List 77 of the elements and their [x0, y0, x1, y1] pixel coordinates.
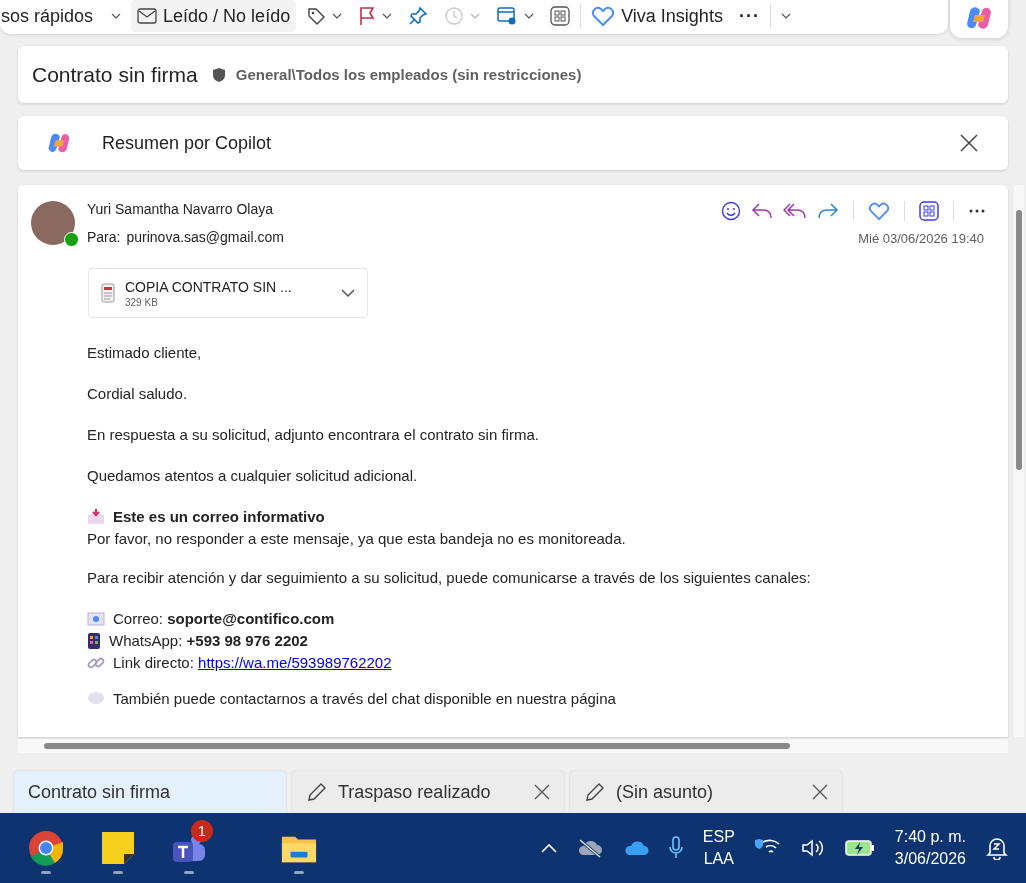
caret-icon: [111, 13, 122, 19]
close-icon[interactable]: [534, 784, 550, 800]
viva-button[interactable]: Viva Insights: [585, 0, 729, 32]
contact-line: Correo: soporte@contifico.com: [113, 609, 335, 629]
body-paragraph: En respuesta a su solicitud, adjunto encontrara el contrato sin firma.: [87, 425, 540, 445]
phone-icon: [87, 632, 101, 650]
message-tab[interactable]: Contrato sin firma: [14, 771, 286, 813]
heart-icon[interactable]: [868, 201, 890, 221]
caret-icon: [382, 13, 393, 19]
attachment-size: 329 KB: [125, 296, 159, 308]
message-date: Mié 03/06/2026 19:40: [858, 231, 984, 246]
input-language-button[interactable]: ESP LAA: [702, 826, 735, 870]
apps-icon: [550, 6, 571, 26]
pencil-icon: [306, 781, 328, 803]
reply-all-icon[interactable]: [783, 202, 807, 220]
reply-icon[interactable]: [751, 202, 773, 220]
recipient-address: purinova.sas@gmail.com: [126, 229, 284, 245]
to-label: Para:: [87, 229, 121, 245]
shield-icon: [211, 66, 226, 83]
caret-icon: [470, 13, 481, 19]
flag-icon: [358, 6, 377, 26]
body-paragraph: Estimado cliente,: [87, 343, 203, 363]
cloud-off-icon[interactable]: [576, 838, 603, 858]
vertical-scrollbar[interactable]: [1014, 185, 1024, 737]
body-paragraph: Por favor, no responder a este mensaje, ya que esta bandeja no es monitoreada.: [87, 529, 627, 549]
microphone-icon[interactable]: [668, 836, 683, 860]
heart-icon: [591, 5, 616, 27]
forward-icon[interactable]: [817, 202, 839, 220]
clock-icon: [444, 6, 465, 26]
chevron-down-icon[interactable]: [341, 289, 355, 297]
body-paragraph: Quedamos atentos a cualquier solicitud adicional.: [87, 466, 419, 486]
emoji-icon[interactable]: [721, 201, 741, 221]
sender-name: Yuri Samantha Navarro Olaya: [87, 201, 274, 217]
envelope-icon: [137, 8, 158, 24]
body-paragraph: Cordial saludo.: [87, 384, 189, 404]
message-tab[interactable]: Traspaso realizado: [292, 771, 564, 813]
caret-icon: [332, 13, 343, 19]
pdf-file-icon: [101, 283, 115, 303]
chevron-up-icon[interactable]: [540, 843, 557, 853]
attachment-name: COPIA CONTRATO SIN ...: [125, 278, 293, 295]
body-paragraph: También puede contactarnos a través del chat disponible en nuestra página: [113, 689, 616, 709]
clock-button[interactable]: 7:40 p. m. 3/06/2026: [894, 826, 966, 870]
close-icon[interactable]: [960, 134, 978, 152]
read-button[interactable]: Leído / No leído: [131, 0, 297, 32]
copilot-summary-label[interactable]: Resumen por Copilot: [102, 132, 272, 154]
notice-heading: Este es un correo informativo: [113, 507, 325, 527]
tag-icon: [306, 6, 327, 26]
inbox-tray-icon: [87, 509, 105, 525]
browser-icon: [28, 830, 64, 866]
teams-app-button[interactable]: 1: [165, 820, 213, 876]
contact-line: Link directo: https://wa.me/593989762202: [113, 653, 392, 673]
attachment-card[interactable]: COPIA CONTRATO SIN ... 329 KB: [88, 268, 368, 318]
sticky-note-icon: [101, 831, 135, 865]
quick-button[interactable]: sos rápidos: [0, 0, 128, 32]
contact-line: WhatsApp: +593 98 976 2202: [109, 631, 308, 651]
body-paragraph: Para recibir atención y dar seguimiento a su solicitud, puede comunicarse a través de los siguientes canales:: [87, 568, 812, 588]
speaker-icon[interactable]: [800, 838, 825, 858]
speech-bubble-icon: [87, 691, 105, 707]
apps-icon[interactable]: [919, 201, 939, 221]
notification-badge: 1: [191, 820, 213, 842]
pin-icon: [408, 6, 429, 26]
close-icon[interactable]: [812, 784, 828, 800]
horizontal-scrollbar[interactable]: [18, 739, 1008, 753]
message-tab[interactable]: (Sin asunto): [570, 771, 842, 813]
pencil-icon: [584, 781, 606, 803]
caret-icon: [780, 13, 791, 19]
sensitivity-label: General\Todos los empleados (sin restricciones): [235, 66, 582, 83]
message-subject: Contrato sin firma: [32, 62, 198, 87]
caret-icon: [524, 13, 535, 19]
envelope-icon: [87, 612, 105, 626]
copilot-button[interactable]: [950, 0, 1008, 38]
cloud-icon[interactable]: [622, 839, 649, 857]
bell-snooze-icon[interactable]: [986, 836, 1008, 860]
whatsapp-link[interactable]: https://wa.me/593989762202: [198, 654, 392, 671]
more-button[interactable]: ···: [732, 0, 766, 32]
more-icon[interactable]: [968, 208, 986, 214]
battery-icon[interactable]: [844, 839, 875, 857]
